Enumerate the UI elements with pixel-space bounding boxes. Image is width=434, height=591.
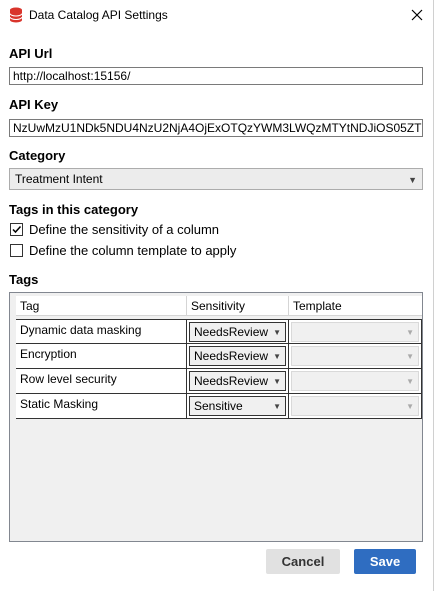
api-url-label: API Url [9,46,53,61]
sensitivity-cell: NeedsReview ▼ [187,344,289,368]
tags-label: Tags [9,272,39,287]
sensitivity-cell: NeedsReview ▼ [187,369,289,393]
category-select[interactable]: Treatment Intent ▼ [9,168,423,190]
sensitivity-select[interactable]: NeedsReview ▼ [189,322,286,342]
column-header-tag[interactable]: Tag [16,296,187,316]
chevron-down-icon: ▼ [408,175,417,185]
sensitivity-checkbox-row[interactable]: Define the sensitivity of a column [10,222,219,237]
close-icon [411,9,423,21]
column-header-sensitivity[interactable]: Sensitivity [187,296,289,316]
template-checkbox[interactable] [10,244,23,257]
table-row[interactable]: Row level security NeedsReview ▼ ▼ [16,369,422,394]
sensitivity-value: Sensitive [194,399,243,413]
sensitivity-cell: Sensitive ▼ [187,394,289,418]
table-row[interactable]: Static Masking Sensitive ▼ ▼ [16,394,422,419]
chevron-down-icon: ▼ [273,352,281,361]
sensitivity-value: NeedsReview [194,374,269,388]
sensitivity-checkbox[interactable] [10,223,23,236]
title-bar: Data Catalog API Settings [0,0,433,30]
template-select[interactable]: ▼ [291,396,419,416]
table-row[interactable]: Encryption NeedsReview ▼ ▼ [16,344,422,369]
cancel-button[interactable]: Cancel [266,549,340,574]
save-button[interactable]: Save [354,549,416,574]
tag-cell: Encryption [16,344,187,368]
template-cell: ▼ [289,344,422,368]
template-checkbox-row[interactable]: Define the column template to apply [10,243,236,258]
sensitivity-select[interactable]: Sensitive ▼ [189,396,286,416]
grid-header: Tag Sensitivity Template [16,296,422,316]
category-label: Category [9,148,66,163]
api-key-input[interactable]: NzUwMzU1NDk5NDU4NzU2NjA4OjExOTQzYWM3LWQz… [9,119,423,137]
column-header-template[interactable]: Template [289,296,422,316]
template-select[interactable]: ▼ [291,322,419,342]
sensitivity-value: NeedsReview [194,349,269,363]
tag-cell: Dynamic data masking [16,320,187,344]
api-url-input[interactable]: http://localhost:15156/ [9,67,423,85]
checkmark-icon [12,225,22,234]
tags-grid: Tag Sensitivity Template Dynamic data ma… [9,292,423,542]
chevron-down-icon: ▼ [273,377,281,386]
tags-in-category-label: Tags in this category [9,202,139,217]
template-checkbox-label: Define the column template to apply [29,243,237,258]
chevron-down-icon: ▼ [273,328,281,337]
database-icon [9,7,23,23]
chevron-down-icon: ▼ [406,328,414,337]
sensitivity-checkbox-label: Define the sensitivity of a column [29,222,220,237]
chevron-down-icon: ▼ [406,402,414,411]
close-button[interactable] [405,3,429,27]
tag-cell: Static Masking [16,394,187,418]
template-select[interactable]: ▼ [291,371,419,391]
tag-cell: Row level security [16,369,187,393]
template-cell: ▼ [289,394,422,418]
sensitivity-value: NeedsReview [194,325,269,339]
chevron-down-icon: ▼ [406,377,414,386]
sensitivity-select[interactable]: NeedsReview ▼ [189,346,286,366]
window-title: Data Catalog API Settings [29,8,168,22]
api-key-label: API Key [9,97,59,112]
sensitivity-cell: NeedsReview ▼ [187,320,289,344]
settings-dialog: Data Catalog API Settings API Url http:/… [0,0,434,591]
table-row[interactable]: Dynamic data masking NeedsReview ▼ ▼ [16,319,422,344]
chevron-down-icon: ▼ [406,352,414,361]
chevron-down-icon: ▼ [273,402,281,411]
sensitivity-select[interactable]: NeedsReview ▼ [189,371,286,391]
template-select[interactable]: ▼ [291,346,419,366]
category-selected-value: Treatment Intent [15,172,103,186]
template-cell: ▼ [289,320,422,344]
template-cell: ▼ [289,369,422,393]
